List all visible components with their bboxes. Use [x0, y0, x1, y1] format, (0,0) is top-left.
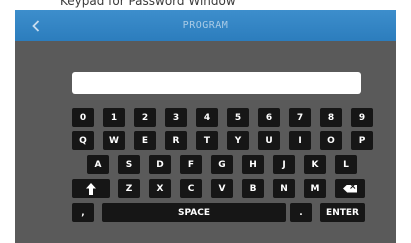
- space-key-label: SPACE: [178, 207, 210, 218]
- key-h[interactable]: H: [242, 155, 264, 174]
- key-5[interactable]: 5: [227, 108, 249, 127]
- key-9-label: 9: [358, 112, 366, 123]
- period-key[interactable]: .: [290, 203, 312, 222]
- key-l-label: L: [343, 159, 349, 170]
- period-key-label: .: [299, 207, 303, 218]
- key-w[interactable]: W: [103, 131, 125, 150]
- key-3[interactable]: 3: [165, 108, 187, 127]
- key-g[interactable]: G: [211, 155, 233, 174]
- key-2-label: 2: [141, 112, 149, 123]
- key-e[interactable]: E: [134, 131, 156, 150]
- key-u-label: U: [265, 135, 273, 146]
- key-d[interactable]: D: [149, 155, 171, 174]
- key-l[interactable]: L: [335, 155, 357, 174]
- key-n-label: N: [280, 183, 288, 194]
- key-w-label: W: [109, 135, 119, 146]
- key-r-label: R: [172, 135, 180, 146]
- space-key[interactable]: SPACE: [102, 203, 286, 222]
- key-j[interactable]: J: [273, 155, 295, 174]
- key-v-label: V: [218, 183, 226, 194]
- shift-key[interactable]: [72, 179, 110, 198]
- key-z[interactable]: Z: [118, 179, 140, 198]
- key-4[interactable]: 4: [196, 108, 218, 127]
- key-r[interactable]: R: [165, 131, 187, 150]
- key-p[interactable]: P: [351, 131, 373, 150]
- key-p-label: P: [358, 135, 366, 146]
- key-u[interactable]: U: [258, 131, 280, 150]
- key-b[interactable]: B: [242, 179, 264, 198]
- key-o[interactable]: O: [320, 131, 342, 150]
- key-e-label: E: [141, 135, 149, 146]
- key-j-label: J: [282, 159, 286, 170]
- key-i-label: I: [298, 135, 302, 146]
- backspace-icon: [343, 184, 357, 193]
- password-input[interactable]: [72, 72, 361, 94]
- key-6-label: 6: [265, 112, 273, 123]
- keypad-screen: PROGRAM 0 1 2 3 4 5 6 7 8 9 Q W E R T Y U I O P A S D F G H J K L Z X C…: [15, 10, 396, 243]
- key-z-label: Z: [125, 183, 133, 194]
- backspace-key[interactable]: [335, 179, 365, 198]
- key-m-label: M: [310, 183, 320, 194]
- key-a[interactable]: A: [87, 155, 109, 174]
- key-0[interactable]: 0: [72, 108, 94, 127]
- key-o-label: O: [327, 135, 335, 146]
- key-h-label: H: [249, 159, 257, 170]
- key-t[interactable]: T: [196, 131, 218, 150]
- key-1[interactable]: 1: [103, 108, 125, 127]
- key-i[interactable]: I: [289, 131, 311, 150]
- key-n[interactable]: N: [273, 179, 295, 198]
- enter-key-label: ENTER: [326, 207, 359, 218]
- key-3-label: 3: [172, 112, 180, 123]
- key-7[interactable]: 7: [289, 108, 311, 127]
- key-k[interactable]: K: [304, 155, 326, 174]
- key-5-label: 5: [234, 112, 242, 123]
- key-x[interactable]: X: [149, 179, 171, 198]
- comma-key-label: ,: [81, 207, 85, 218]
- key-d-label: D: [156, 159, 164, 170]
- window-caption: Keypad for Password Window: [60, 0, 236, 8]
- key-c[interactable]: C: [180, 179, 202, 198]
- key-t-label: T: [203, 135, 211, 146]
- key-1-label: 1: [110, 112, 118, 123]
- key-s[interactable]: S: [118, 155, 140, 174]
- key-v[interactable]: V: [211, 179, 233, 198]
- key-a-label: A: [94, 159, 102, 170]
- key-y[interactable]: Y: [227, 131, 249, 150]
- key-f-label: F: [187, 159, 195, 170]
- comma-key[interactable]: ,: [72, 203, 94, 222]
- key-m[interactable]: M: [304, 179, 326, 198]
- key-k-label: K: [311, 159, 319, 170]
- key-q-label: Q: [79, 135, 87, 146]
- key-y-label: Y: [234, 135, 242, 146]
- key-x-label: X: [156, 183, 164, 194]
- key-0-label: 0: [79, 112, 87, 123]
- header-bar: PROGRAM: [15, 10, 396, 41]
- key-g-label: G: [218, 159, 226, 170]
- key-6[interactable]: 6: [258, 108, 280, 127]
- key-f[interactable]: F: [180, 155, 202, 174]
- key-8[interactable]: 8: [320, 108, 342, 127]
- key-q[interactable]: Q: [72, 131, 94, 150]
- enter-key[interactable]: ENTER: [320, 203, 365, 222]
- page-title: PROGRAM: [182, 20, 229, 31]
- key-s-label: S: [125, 159, 133, 170]
- key-9[interactable]: 9: [351, 108, 373, 127]
- key-4-label: 4: [203, 112, 211, 123]
- key-7-label: 7: [296, 112, 304, 123]
- key-b-label: B: [249, 183, 257, 194]
- key-8-label: 8: [327, 112, 335, 123]
- key-c-label: C: [187, 183, 195, 194]
- key-2[interactable]: 2: [134, 108, 156, 127]
- shift-arrow-icon: [86, 182, 96, 195]
